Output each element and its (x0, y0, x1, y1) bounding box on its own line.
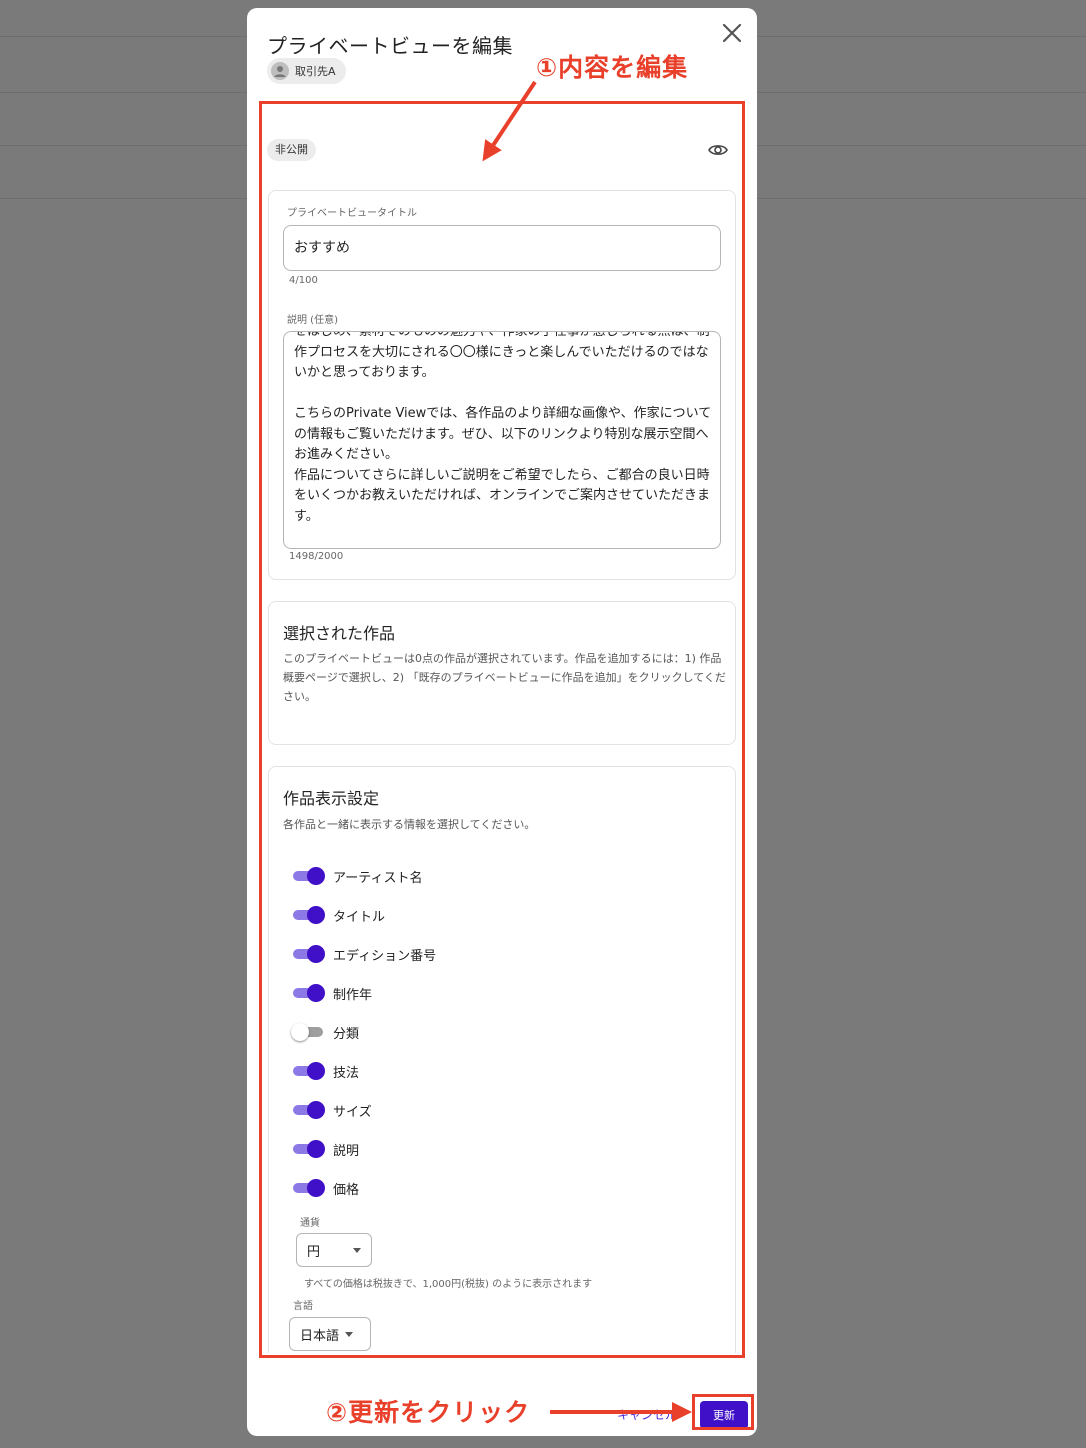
annotation-step2: ②更新をクリック (326, 1398, 531, 1427)
annotation-box-content (259, 101, 745, 1358)
cancel-button[interactable]: キャンセル (617, 1406, 677, 1423)
close-icon[interactable] (719, 20, 745, 46)
person-icon (271, 62, 289, 80)
annotation-box-update (692, 1394, 754, 1430)
dialog-title: プライベートビューを編集 (267, 34, 513, 58)
annotation-step1: ①内容を編集 (536, 53, 689, 82)
client-chip: 取引先A (267, 58, 346, 84)
client-name: 取引先A (295, 65, 336, 78)
